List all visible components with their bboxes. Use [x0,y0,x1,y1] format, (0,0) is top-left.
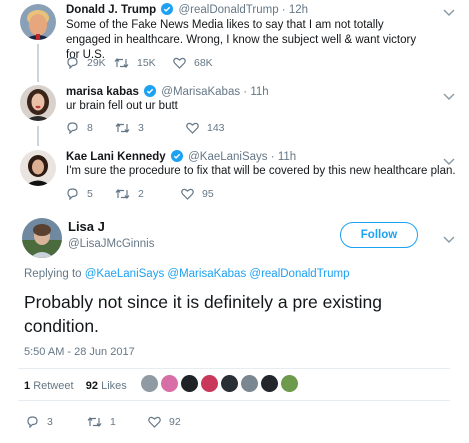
tweet-time[interactable]: 11h [278,151,296,163]
thread-line [37,126,39,146]
retweet-count: 2 [138,188,144,200]
thread-line [37,44,39,82]
reply-icon [67,57,78,69]
retweet-icon [115,123,130,133]
reply-count: 8 [87,122,93,134]
reply-icon [67,188,78,200]
liker-avatar[interactable] [260,374,279,393]
retweet-button[interactable]: 1 [87,416,116,428]
replying-to-label: Replying to [24,268,82,280]
author-name[interactable]: Donald J. Trump [66,4,156,16]
retweet-icon [115,189,130,199]
tweet-text: Probably not since it is definitely a pr… [24,292,382,336]
heart-icon [148,416,161,428]
verified-badge-icon [161,3,174,19]
mention-link[interactable]: @realDonaldTrump [249,268,349,280]
mention-link[interactable]: @KaeLaniSays [85,268,164,280]
mention-link[interactable]: @MarisaKabas [167,268,246,280]
like-button[interactable]: 92 [148,416,181,428]
reply-button[interactable]: 8 [66,122,93,134]
author-name[interactable]: Kae Lani Kennedy [66,151,166,163]
retweet-count: 15K [137,57,156,69]
retweet-count: 1 [110,416,116,428]
chevron-down-icon[interactable] [443,231,455,249]
replying-to: Replying to @KaeLaniSays @MarisaKabas @r… [24,268,350,280]
tweet-time[interactable]: 12h [289,4,308,16]
author-handle[interactable]: @MarisaKabas [161,86,240,98]
heart-icon [173,57,186,69]
like-button[interactable]: 68K [173,57,213,69]
like-count: 143 [207,122,225,134]
liker-avatar[interactable] [160,374,179,393]
avatar[interactable] [20,85,56,121]
heart-icon [181,188,194,200]
reply-count: 3 [47,416,53,428]
reply-count: 5 [87,188,93,200]
retweet-stat[interactable]: 1 Retweet [24,380,74,392]
chevron-down-icon[interactable] [443,4,455,22]
avatar[interactable] [20,4,56,40]
avatar[interactable] [20,150,56,186]
avatar[interactable] [22,218,62,258]
like-count: 92 [169,416,181,428]
liker-avatar[interactable] [220,374,239,393]
separator-dot: · [281,4,286,16]
reply-icon [27,416,38,428]
author-handle[interactable]: @KaeLaniSays [188,151,267,163]
like-button[interactable]: 95 [181,188,214,200]
chevron-down-icon[interactable] [443,88,455,106]
retweet-count: 3 [138,122,144,134]
liker-avatar[interactable] [280,374,299,393]
liker-avatar[interactable] [180,374,199,393]
like-count: 95 [202,188,214,200]
separator-dot: · [270,151,275,163]
reply-button[interactable]: 5 [66,188,93,200]
like-count: 68K [194,57,213,69]
retweet-icon [114,58,129,68]
tweet-timestamp[interactable]: 5:50 AM - 28 Jun 2017 [24,346,135,358]
engagement-stats: 1 Retweet 92 Likes [24,380,127,392]
divider [18,368,450,369]
reply-button[interactable]: 29K [66,57,106,69]
liker-avatar[interactable] [200,374,219,393]
reply-button[interactable]: 3 [26,416,53,428]
tweet-text: I'm sure the procedure to fix that will … [66,165,456,177]
author-name[interactable]: Lisa J [68,219,105,234]
reply-count: 29K [87,57,106,69]
like-stat[interactable]: 92 Likes [86,380,127,392]
tweet-text: ur brain fell out ur butt [66,100,178,112]
follow-button[interactable]: Follow [340,222,418,248]
retweet-button[interactable]: 2 [115,188,144,200]
reply-icon [67,122,78,134]
retweet-button[interactable]: 3 [115,122,144,134]
retweet-icon [87,417,102,427]
liker-avatar[interactable] [140,374,159,393]
author-handle[interactable]: @LisaJMcGinnis [68,238,154,250]
author-name[interactable]: marisa kabas [66,86,139,98]
liker-avatar[interactable] [240,374,259,393]
heart-icon [186,122,199,134]
tweet-time[interactable]: 11h [250,86,268,98]
divider [18,400,450,401]
separator-dot: · [243,86,248,98]
like-button[interactable]: 143 [186,122,225,134]
retweet-button[interactable]: 15K [114,57,156,69]
author-handle[interactable]: @realDonaldTrump [179,4,279,16]
